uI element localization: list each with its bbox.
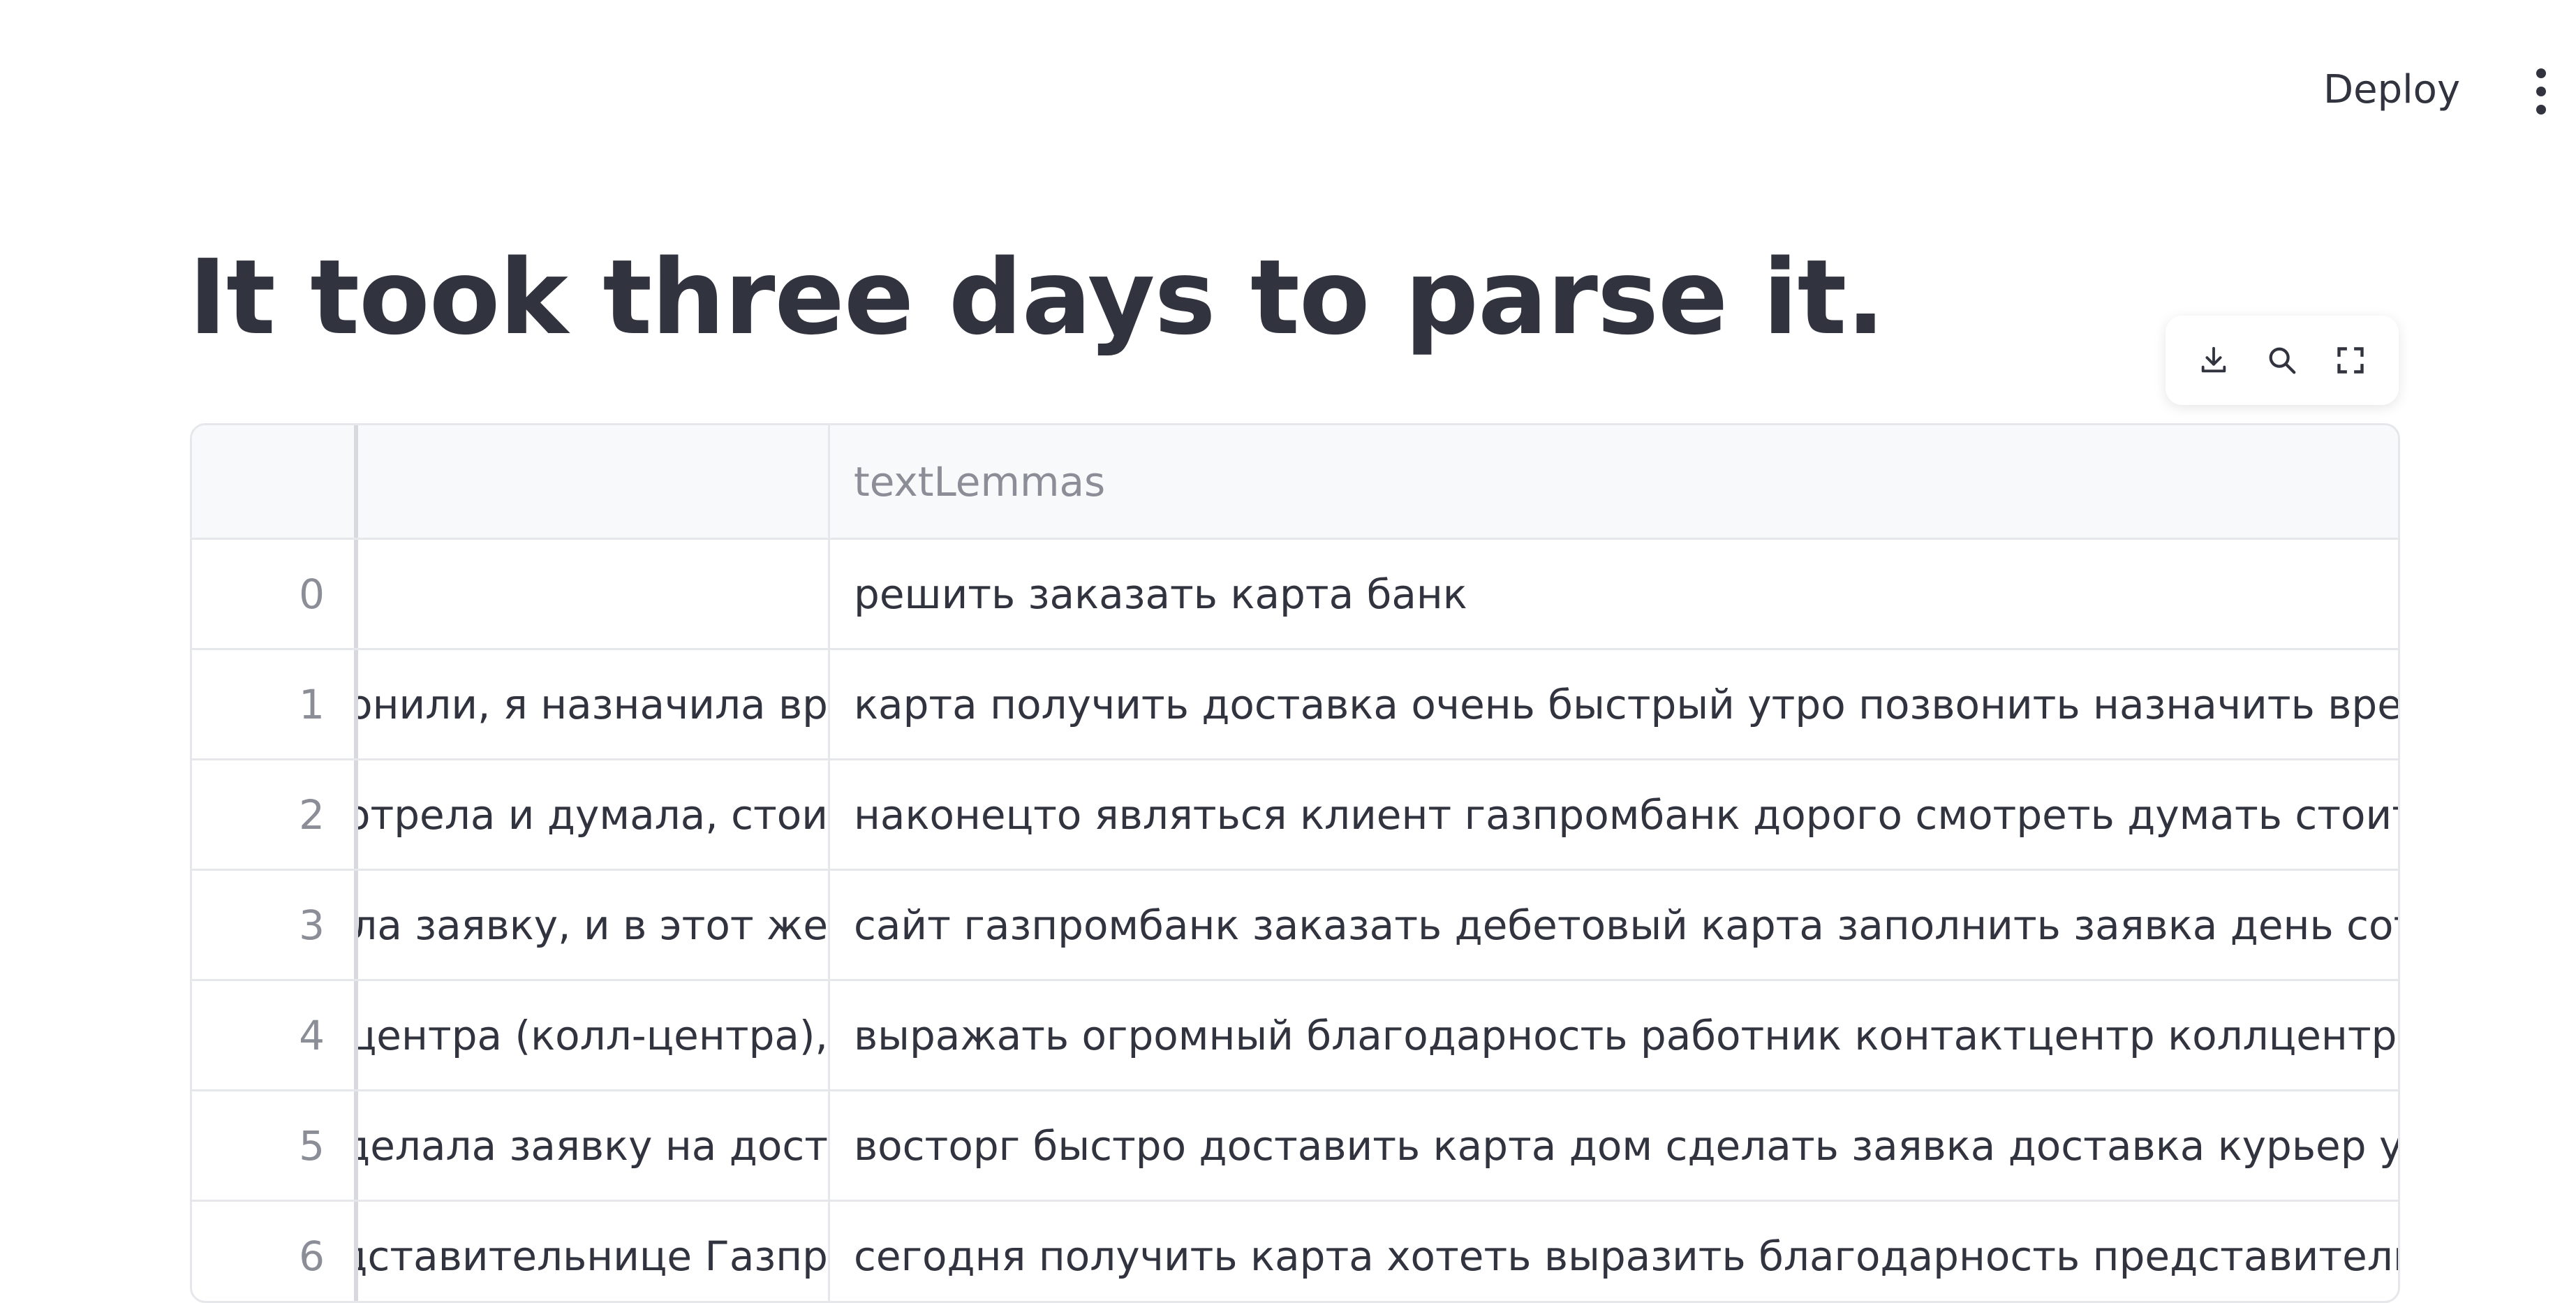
dataframe-toolbar <box>2166 316 2399 405</box>
dataframe-grid[interactable]: textLemmas 0 решить заказать карта банк … <box>190 423 2400 1303</box>
text-cell[interactable] <box>354 540 830 648</box>
row-index-cell: 3 <box>299 901 325 949</box>
lemmas-cell[interactable]: решить заказать карта банк <box>830 540 2398 648</box>
text-cell[interactable]: смотрела и думала, стои <box>354 760 830 869</box>
app-header: Deploy <box>0 0 2576 168</box>
row-index-cell: 0 <box>299 570 325 618</box>
textlemmas-column-header[interactable]: textLemmas <box>830 425 2398 538</box>
text-column-header[interactable] <box>354 425 830 538</box>
table-row[interactable]: 4 кт-центра (колл-центра), выражать огро… <box>192 981 2398 1091</box>
index-header-cell <box>192 425 351 538</box>
download-icon[interactable] <box>2194 341 2233 380</box>
text-cell[interactable]: редставительнице Газпр <box>354 1202 830 1301</box>
row-index-cell: 1 <box>299 680 325 728</box>
text-cell[interactable]: олнила заявку, и в этот же <box>354 871 830 979</box>
fullscreen-icon[interactable] <box>2331 341 2370 380</box>
search-icon[interactable] <box>2263 341 2302 380</box>
lemmas-cell[interactable]: карта получить доставка очень быстрый ут… <box>830 650 2398 758</box>
table-header-row: textLemmas <box>192 425 2398 540</box>
row-index-cell: 5 <box>299 1121 325 1170</box>
table-row[interactable]: 5 і. Сделала заявку на дост восторг быст… <box>192 1091 2398 1202</box>
table-row[interactable]: 6 редставительнице Газпр сегодня получит… <box>192 1202 2398 1301</box>
lemmas-cell[interactable]: наконецто являться клиент газпромбанк до… <box>830 760 2398 869</box>
row-index-cell: 6 <box>299 1232 325 1280</box>
page-title: It took three days to parse it. <box>188 237 1886 358</box>
deploy-button[interactable]: Deploy <box>2304 56 2480 123</box>
table-row[interactable]: 1 эзвонили, я назначила вр карта получит… <box>192 650 2398 760</box>
lemmas-cell[interactable]: восторг быстро доставить карта дом сдела… <box>830 1091 2398 1200</box>
lemmas-cell[interactable]: выражать огромный благодарность работник… <box>830 981 2398 1089</box>
table-row[interactable]: 0 решить заказать карта банк <box>192 540 2398 650</box>
text-cell[interactable]: і. Сделала заявку на дост <box>354 1091 830 1200</box>
lemmas-cell[interactable]: сегодня получить карта хотеть выразить б… <box>830 1202 2398 1301</box>
row-index-cell: 2 <box>299 790 325 839</box>
row-index-cell: 4 <box>299 1011 325 1059</box>
text-cell[interactable]: кт-центра (колл-центра), <box>354 981 830 1089</box>
more-vertical-icon[interactable] <box>2520 60 2562 123</box>
table-row[interactable]: 3 олнила заявку, и в этот же сайт газпро… <box>192 871 2398 981</box>
table-row[interactable]: 2 смотрела и думала, стои наконецто явля… <box>192 760 2398 871</box>
lemmas-cell[interactable]: сайт газпромбанк заказать дебетовый карт… <box>830 871 2398 979</box>
text-cell[interactable]: эзвонили, я назначила вр <box>354 650 830 758</box>
